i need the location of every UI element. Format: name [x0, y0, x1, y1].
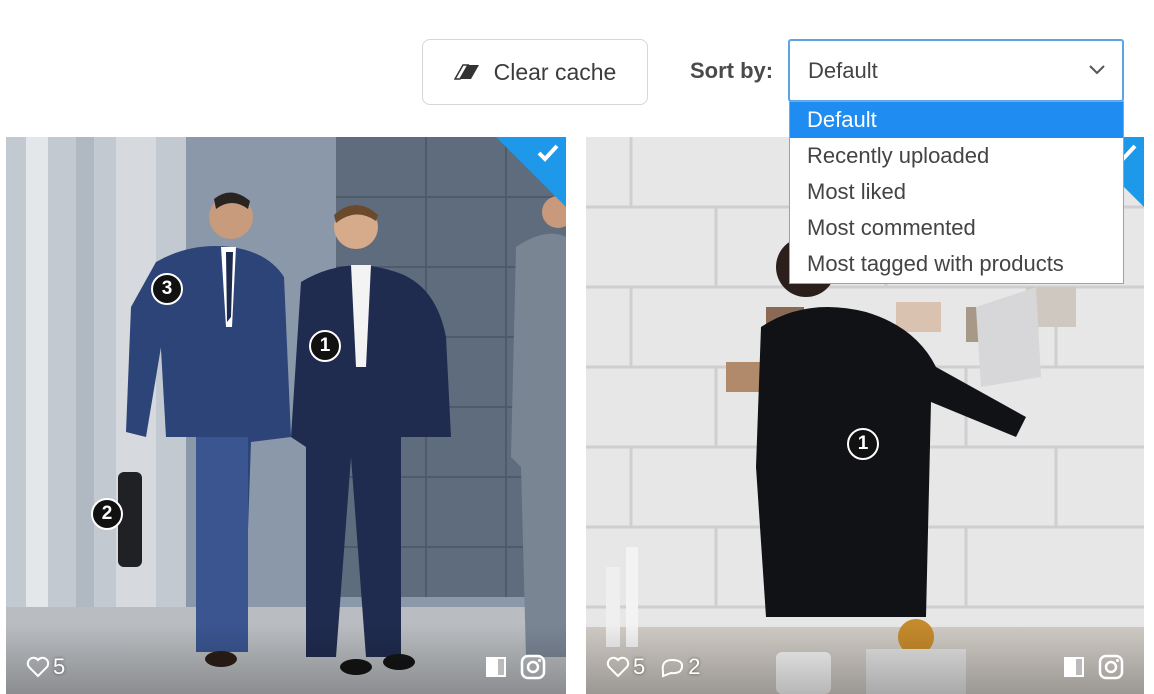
- sort-option-default[interactable]: Default: [790, 102, 1123, 138]
- clear-cache-label: Clear cache: [493, 58, 617, 85]
- product-tag-marker[interactable]: 1: [309, 330, 341, 362]
- sort-option-most-liked[interactable]: Most liked: [790, 174, 1123, 210]
- sort-by-label: Sort by:: [690, 58, 774, 83]
- card-stats: 5: [26, 654, 79, 680]
- product-tag-marker[interactable]: 2: [91, 498, 123, 530]
- product-icon[interactable]: [1062, 655, 1086, 679]
- sort-select-value: Default: [808, 57, 878, 83]
- photo-image: [6, 137, 566, 694]
- sort-option-most-commented[interactable]: Most commented: [790, 210, 1123, 246]
- like-count-value: 5: [53, 654, 66, 679]
- card-actions: [1050, 654, 1124, 680]
- product-tag-marker[interactable]: 3: [151, 273, 183, 305]
- product-tag-marker[interactable]: 1: [847, 428, 879, 460]
- like-count: 5: [26, 654, 65, 680]
- like-count-value: 5: [633, 654, 646, 679]
- like-count: 5: [606, 654, 645, 680]
- sort-option-most-tagged[interactable]: Most tagged with products: [790, 246, 1123, 282]
- clear-cache-button[interactable]: Clear cache: [422, 39, 648, 105]
- comment-count: 2: [659, 654, 701, 680]
- eraser-icon: [453, 64, 479, 80]
- heart-icon: [26, 656, 50, 678]
- comment-count-value: 2: [688, 654, 701, 679]
- sort-select[interactable]: Default: [788, 39, 1124, 102]
- chevron-down-icon: [1089, 65, 1105, 75]
- comment-icon: [661, 658, 684, 678]
- card-stats: 5 2: [606, 654, 715, 680]
- checkmark-icon: [537, 144, 559, 162]
- sort-dropdown-menu: Default Recently uploaded Most liked Mos…: [789, 101, 1124, 284]
- toolbar: Clear cache Sort by: Default Default Rec…: [0, 0, 1154, 284]
- instagram-icon[interactable]: [520, 654, 546, 680]
- sort-option-recently-uploaded[interactable]: Recently uploaded: [790, 138, 1123, 174]
- card-actions: [472, 654, 546, 680]
- heart-icon: [606, 656, 630, 678]
- media-card[interactable]: 1 2 3 5: [6, 137, 566, 694]
- instagram-icon[interactable]: [1098, 654, 1124, 680]
- product-icon[interactable]: [484, 655, 508, 679]
